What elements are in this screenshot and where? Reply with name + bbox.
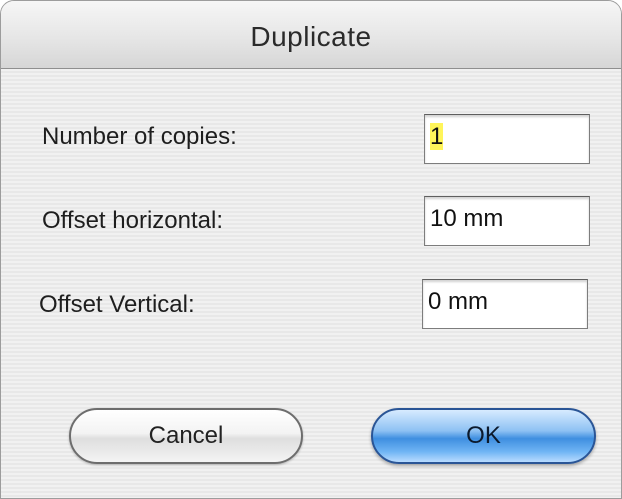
ok-button[interactable]: OK — [371, 408, 596, 464]
selected-text: 1 — [430, 123, 444, 150]
offset-vertical-label: Offset Vertical: — [39, 291, 195, 318]
number-of-copies-label: Number of copies: — [42, 123, 237, 150]
offset-horizontal-input[interactable]: 10 mm — [424, 196, 590, 246]
duplicate-dialog: Duplicate Number of copies: 1 Offset hor… — [0, 0, 622, 499]
cancel-button[interactable]: Cancel — [69, 408, 303, 464]
offset-horizontal-label: Offset horizontal: — [42, 207, 223, 234]
dialog-title: Duplicate — [250, 21, 372, 52]
offset-vertical-input[interactable]: 0 mm — [422, 279, 588, 329]
number-of-copies-input[interactable]: 1 — [424, 114, 590, 164]
dialog-titlebar[interactable]: Duplicate — [1, 1, 621, 69]
